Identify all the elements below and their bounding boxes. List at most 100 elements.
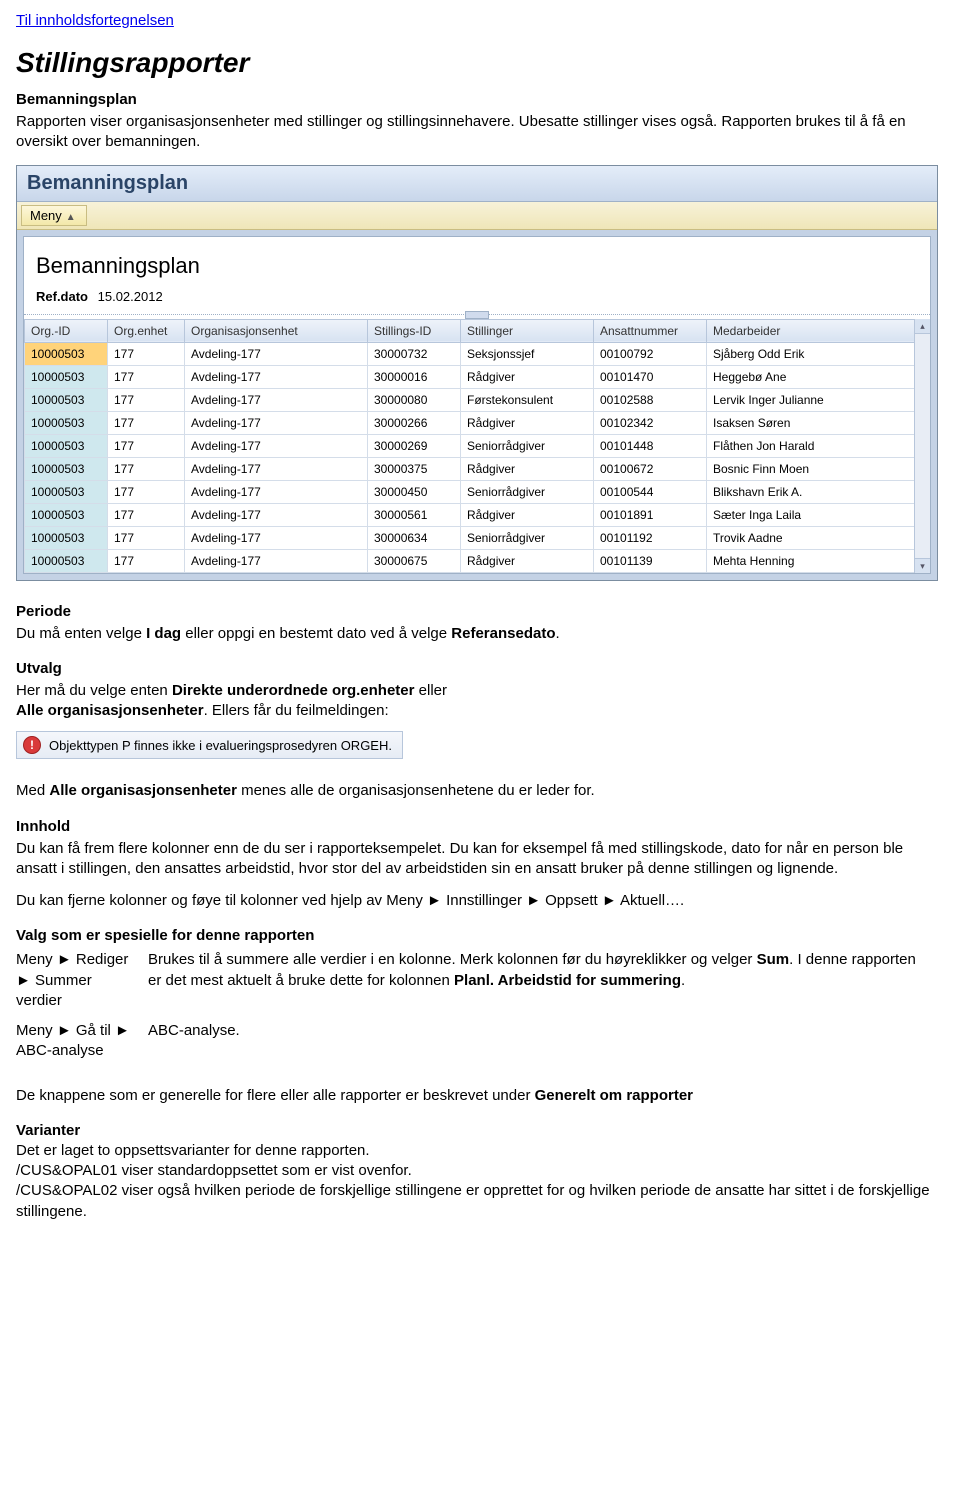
table-cell: 177: [108, 388, 185, 411]
table-cell: 00101139: [594, 549, 707, 572]
varianter-body: Det er laget to oppsettsvarianter for de…: [16, 1141, 944, 1222]
table-row[interactable]: 10000503177Avdeling-17730000266Rådgiver0…: [25, 411, 920, 434]
table-row[interactable]: 10000503177Avdeling-17730000634Seniorråd…: [25, 526, 920, 549]
table-cell: Avdeling-177: [185, 526, 368, 549]
table-cell: Sjåberg Odd Erik: [707, 342, 920, 365]
option-description: Brukes til å summere alle verdier i en k…: [148, 948, 944, 1019]
option-label: Meny ► Gå til ► ABC-analyse: [16, 1019, 148, 1070]
column-header[interactable]: Org.-ID: [25, 319, 108, 342]
table-cell: Sæter Inga Laila: [707, 503, 920, 526]
column-header[interactable]: Org.enhet: [108, 319, 185, 342]
table-cell: 10000503: [25, 503, 108, 526]
intro-paragraph: Rapporten viser organisasjonsenheter med…: [16, 112, 944, 153]
table-cell: 30000080: [368, 388, 461, 411]
table-cell: Avdeling-177: [185, 549, 368, 572]
table-row[interactable]: 10000503177Avdeling-17730000080Førstekon…: [25, 388, 920, 411]
table-cell: 10000503: [25, 434, 108, 457]
refdato-value: 15.02.2012: [98, 289, 163, 304]
generelt-note: De knappene som er generelle for flere e…: [16, 1086, 944, 1106]
error-icon: !: [23, 736, 41, 754]
table-cell: 10000503: [25, 480, 108, 503]
column-header[interactable]: Stillinger: [461, 319, 594, 342]
table-cell: Trovik Aadne: [707, 526, 920, 549]
scroll-down-icon[interactable]: ▾: [915, 558, 930, 573]
table-cell: Avdeling-177: [185, 388, 368, 411]
table-row[interactable]: 10000503177Avdeling-17730000675Rådgiver0…: [25, 549, 920, 572]
table-cell: 30000375: [368, 457, 461, 480]
table-cell: 00101470: [594, 365, 707, 388]
column-header[interactable]: Organisasjonsenhet: [185, 319, 368, 342]
table-cell: 30000675: [368, 549, 461, 572]
option-label: Meny ► Rediger ► Summer verdier: [16, 948, 148, 1019]
table-cell: Seksjonssjef: [461, 342, 594, 365]
table-cell: Blikshavn Erik A.: [707, 480, 920, 503]
table-cell: Rådgiver: [461, 503, 594, 526]
table-cell: 177: [108, 434, 185, 457]
table-row[interactable]: 10000503177Avdeling-17730000269Seniorråd…: [25, 434, 920, 457]
periode-heading: Periode: [16, 603, 944, 620]
error-text: Objekttypen P finnes ikke i evalueringsp…: [49, 738, 392, 753]
table-cell: 10000503: [25, 388, 108, 411]
option-description: ABC-analyse.: [148, 1019, 944, 1070]
table-cell: Avdeling-177: [185, 342, 368, 365]
table-cell: Rådgiver: [461, 457, 594, 480]
innhold-heading: Innhold: [16, 818, 944, 835]
table-cell: 10000503: [25, 342, 108, 365]
data-table: Org.-IDOrg.enhetOrganisasjonsenhetStilli…: [24, 319, 920, 573]
table-cell: 30000016: [368, 365, 461, 388]
app-toolbar: Meny ▲: [17, 202, 937, 230]
table-cell: Førstekonsulent: [461, 388, 594, 411]
table-cell: 177: [108, 457, 185, 480]
table-cell: 177: [108, 549, 185, 572]
table-cell: Seniorrådgiver: [461, 480, 594, 503]
table-cell: Mehta Henning: [707, 549, 920, 572]
table-cell: 00100792: [594, 342, 707, 365]
table-cell: Lervik Inger Julianne: [707, 388, 920, 411]
table-cell: 00101192: [594, 526, 707, 549]
menu-button[interactable]: Meny ▲: [21, 205, 87, 226]
table-cell: Seniorrådgiver: [461, 434, 594, 457]
table-cell: 30000266: [368, 411, 461, 434]
table-row[interactable]: 10000503177Avdeling-17730000561Rådgiver0…: [25, 503, 920, 526]
alle-org-note: Med Alle organisasjonsenheter menes alle…: [16, 781, 944, 801]
table-row[interactable]: 10000503177Avdeling-17730000450Seniorråd…: [25, 480, 920, 503]
innhold-p1: Du kan få frem flere kolonner enn de du …: [16, 839, 944, 880]
table-cell: Avdeling-177: [185, 457, 368, 480]
splitter-handle-icon[interactable]: [465, 311, 489, 319]
menu-button-label: Meny: [30, 208, 62, 223]
column-header[interactable]: Ansattnummer: [594, 319, 707, 342]
table-cell: 177: [108, 411, 185, 434]
table-cell: Bosnic Finn Moen: [707, 457, 920, 480]
utvalg-heading: Utvalg: [16, 660, 944, 677]
refdato-label: Ref.dato: [36, 289, 88, 304]
table-cell: Rådgiver: [461, 411, 594, 434]
valg-heading: Valg som er spesielle for denne rapporte…: [16, 927, 944, 944]
table-cell: 30000634: [368, 526, 461, 549]
table-cell: 00100672: [594, 457, 707, 480]
table-cell: 177: [108, 342, 185, 365]
table-cell: Flåthen Jon Harald: [707, 434, 920, 457]
table-cell: Avdeling-177: [185, 434, 368, 457]
vertical-scrollbar[interactable]: ▴ ▾: [914, 319, 930, 573]
table-cell: 10000503: [25, 457, 108, 480]
table-row[interactable]: 10000503177Avdeling-17730000732Seksjonss…: [25, 342, 920, 365]
column-header[interactable]: Stillings-ID: [368, 319, 461, 342]
table-cell: Avdeling-177: [185, 480, 368, 503]
app-window: Bemanningsplan Meny▲ Bemanningsplan Ref.…: [16, 165, 938, 581]
toc-link[interactable]: Til innholdsfortegnelsen: [16, 12, 174, 29]
table-row[interactable]: 10000503177Avdeling-17730000016Rådgiver0…: [25, 365, 920, 388]
column-header[interactable]: Medarbeider: [707, 319, 920, 342]
table-cell: Avdeling-177: [185, 411, 368, 434]
table-cell: 177: [108, 526, 185, 549]
table-row[interactable]: 10000503177Avdeling-17730000375Rådgiver0…: [25, 457, 920, 480]
dropdown-arrow-icon: ▲: [66, 212, 76, 223]
options-table: Meny ► Rediger ► Summer verdierBrukes ti…: [16, 948, 944, 1069]
utvalg-text: Her må du velge enten Direkte underordne…: [16, 681, 944, 722]
scroll-up-icon[interactable]: ▴: [915, 319, 930, 334]
table-cell: Rådgiver: [461, 549, 594, 572]
table-cell: Avdeling-177: [185, 503, 368, 526]
table-cell: 00100544: [594, 480, 707, 503]
table-cell: 30000450: [368, 480, 461, 503]
table-cell: 177: [108, 503, 185, 526]
table-cell: 00102342: [594, 411, 707, 434]
